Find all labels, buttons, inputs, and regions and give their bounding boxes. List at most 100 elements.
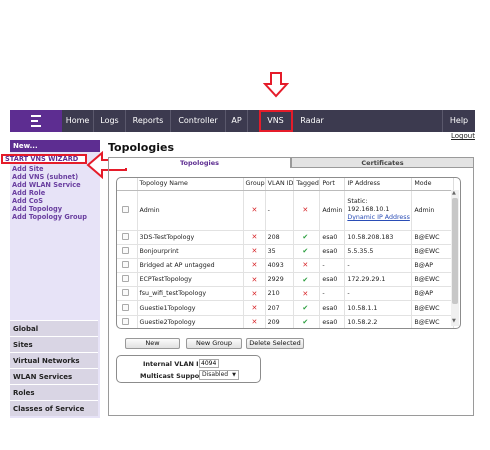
port: - (319, 258, 346, 274)
start-vns-wizard-link[interactable]: START VNS WIZARD (5, 155, 78, 163)
nav-home[interactable]: Home (62, 110, 94, 132)
sidebar-add-topology-group[interactable]: Add Topology Group (12, 213, 87, 221)
x-icon: ✕ (251, 206, 258, 214)
topology-name[interactable]: fsu_wifi_testTopology (137, 286, 244, 302)
scroll-down-arrow-icon[interactable]: ▼ (452, 318, 456, 324)
ip-address: Static: 192.168.10.1 (347, 198, 390, 213)
vlan-id: - (265, 190, 295, 231)
x-icon: ✕ (251, 304, 258, 313)
sidebar-add-role[interactable]: Add Role (12, 189, 45, 197)
delete-selected-button[interactable]: Delete Selected (246, 338, 304, 349)
nav-reports[interactable]: Reports (126, 110, 171, 132)
ip-address: 10.58.208.183 (344, 230, 413, 245)
sidebar-section-global[interactable]: Global (10, 320, 98, 336)
x-icon: ✕ (251, 247, 258, 256)
ip-address: 10.58.2.2 (344, 315, 413, 328)
mode: B@AP (411, 286, 455, 302)
row-checkbox[interactable] (122, 317, 129, 325)
row-checkbox[interactable] (122, 303, 129, 311)
chevron-down-icon: ▼ (232, 372, 236, 378)
topology-name[interactable]: Admin (137, 190, 244, 231)
port: esa0 (319, 272, 346, 288)
internal-vlan-input[interactable] (199, 359, 219, 368)
mode: B@EWC (411, 300, 455, 316)
topology-name[interactable]: Bonjourprint (137, 244, 244, 259)
topology-name[interactable]: 3DS-TestTopology (137, 230, 244, 245)
vlan-id: 209 (265, 315, 295, 328)
row-checkbox[interactable] (122, 232, 129, 240)
tab-certificates[interactable]: Certificates (291, 157, 474, 168)
sidebar-add-cos[interactable]: Add CoS (12, 197, 43, 205)
multicast-support-label: Multicast Support: (140, 372, 209, 380)
ip-address: - (344, 258, 413, 274)
nav-radar[interactable]: Radar (293, 110, 331, 132)
table-row[interactable]: ECPTestTopology ✕ 2929 ✔ esa0 172.29.29.… (117, 272, 455, 288)
table-row[interactable]: 3DS-TestTopology ✕ 208 ✔ esa0 10.58.208.… (117, 230, 455, 245)
nav-help[interactable]: Help (442, 110, 475, 132)
ip-address: 10.58.1.1 (344, 300, 413, 316)
table-row[interactable]: Guestie1Topology ✕ 207 ✔ esa0 10.58.1.1 … (117, 300, 455, 316)
vlan-id: 4093 (265, 258, 295, 274)
sidebar-section-classes-of-service[interactable]: Classes of Service (10, 400, 98, 416)
row-checkbox[interactable] (122, 260, 129, 268)
row-checkbox[interactable] (122, 205, 129, 213)
check-icon: ✔ (302, 318, 309, 327)
x-icon: ✕ (302, 289, 309, 298)
topology-name[interactable]: Guestie2Topology (137, 315, 244, 328)
column-header-vlan-id[interactable]: VLAN ID (265, 178, 295, 191)
row-checkbox[interactable] (122, 246, 129, 254)
column-header-ip-address[interactable]: IP Address (344, 178, 413, 191)
extreme-logo-icon[interactable] (10, 110, 62, 132)
vlan-id: 2929 (265, 272, 295, 288)
scroll-up-arrow-icon[interactable]: ▲ (452, 190, 456, 196)
nav-ap[interactable]: AP (226, 110, 248, 132)
table-row[interactable]: Bridged at AP untagged ✕ 4093 ✕ - - B@AP (117, 258, 455, 274)
column-header-topology-name[interactable]: Topology Name (137, 178, 244, 191)
sidebar-add-topology[interactable]: Add Topology (12, 205, 62, 213)
sidebar-section-virtual-networks[interactable]: Virtual Networks (10, 352, 98, 368)
vlan-id: 207 (265, 300, 295, 316)
topology-name[interactable]: Guestie1Topology (137, 300, 244, 316)
sidebar-section-sites[interactable]: Sites (10, 336, 98, 352)
table-header-row: Topology Name Group VLAN ID Tagged Port … (117, 178, 455, 191)
topology-name[interactable]: Bridged at AP untagged (137, 258, 244, 274)
port: - (319, 286, 346, 302)
nav-vns[interactable]: VNS (259, 110, 293, 132)
dynamic-ip-link[interactable]: Dynamic IP Address (347, 214, 411, 222)
topology-table: Topology Name Group VLAN ID Tagged Port … (117, 178, 455, 328)
ip-address: 5.5.35.5 (344, 244, 413, 259)
sidebar-add-wlan-service[interactable]: Add WLAN Service (12, 181, 81, 189)
sidebar-section-roles[interactable]: Roles (10, 384, 98, 400)
vlan-id: 208 (265, 230, 295, 245)
scrollbar-thumb[interactable] (452, 198, 458, 304)
port: esa0 (319, 244, 346, 259)
table-row[interactable]: Bonjourprint ✕ 35 ✔ esa0 5.5.35.5 B@EWC (117, 244, 455, 259)
column-header-port[interactable]: Port (319, 178, 346, 191)
sidebar-section-wlan-services[interactable]: WLAN Services (10, 368, 98, 384)
sidebar-add-vns[interactable]: Add VNS (subnet) (12, 173, 78, 181)
row-checkbox[interactable] (122, 275, 129, 283)
new-button[interactable]: New (125, 338, 180, 349)
logout-link[interactable]: Logout (451, 132, 475, 140)
table-row[interactable]: Admin ✕ - ✕ Admin Static: 192.168.10.1 D… (117, 190, 455, 231)
column-header-mode[interactable]: Mode (411, 178, 455, 191)
nav-logs[interactable]: Logs (94, 110, 126, 132)
table-row[interactable]: fsu_wifi_testTopology ✕ 210 ✕ - - B@AP (117, 286, 455, 302)
table-scrollbar[interactable]: ▲ ▼ (451, 190, 459, 326)
column-header-tagged[interactable]: Tagged (293, 178, 321, 191)
x-icon: ✕ (251, 318, 258, 327)
ip-address: 172.29.29.1 (344, 272, 413, 288)
row-checkbox[interactable] (122, 289, 129, 297)
table-row[interactable]: Guestie2Topology ✕ 209 ✔ esa0 10.58.2.2 … (117, 315, 455, 328)
multicast-support-select[interactable]: Disabled ▼ (199, 370, 239, 380)
column-header-group[interactable]: Group (243, 178, 266, 191)
tab-topologies[interactable]: Topologies (108, 157, 291, 168)
sidebar-add-site[interactable]: Add Site (12, 165, 43, 173)
topology-name[interactable]: ECPTestTopology (137, 272, 244, 288)
new-group-button[interactable]: New Group (186, 338, 242, 349)
logo-glyph-icon (31, 115, 41, 127)
mode: B@AP (411, 258, 455, 274)
check-icon: ✔ (302, 247, 309, 256)
down-arrow-callout-icon (263, 72, 289, 98)
nav-controller[interactable]: Controller (171, 110, 226, 132)
